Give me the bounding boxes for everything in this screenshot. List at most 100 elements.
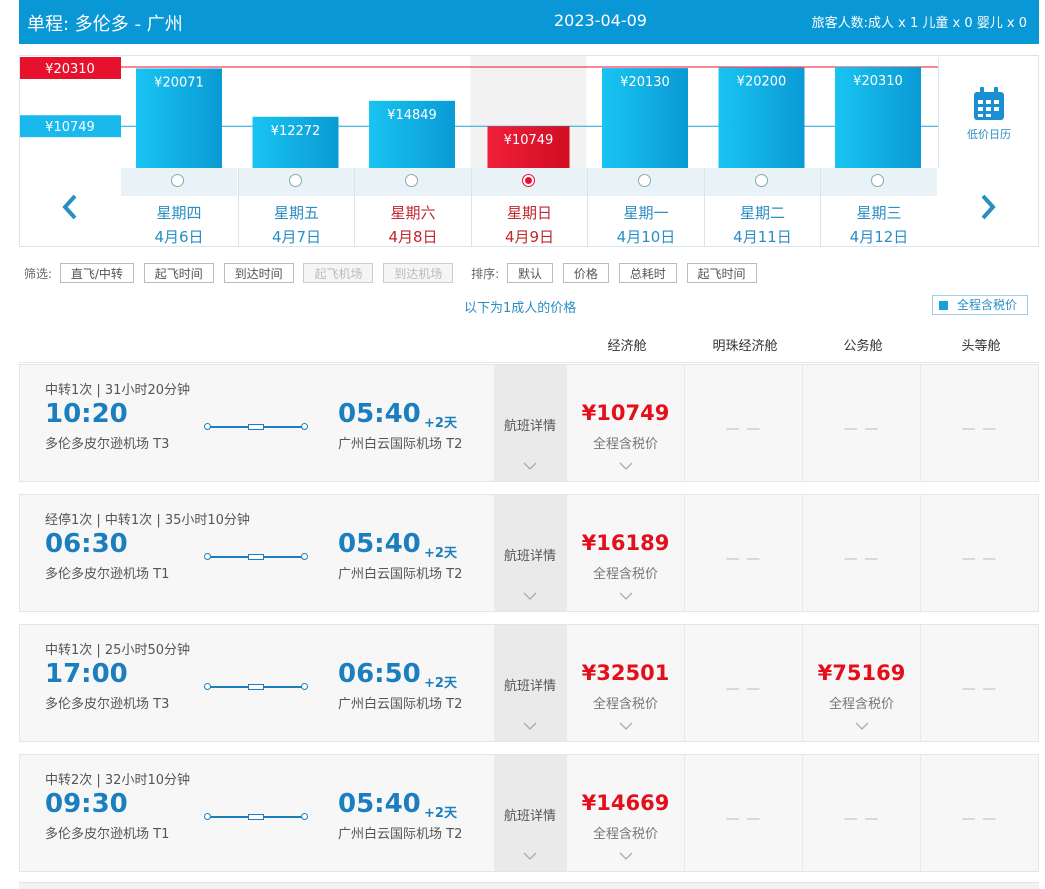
route-line-icon [204, 422, 308, 432]
departure-airport: 多伦多皮尔逊机场 T3 [45, 437, 170, 452]
max-price-label: ¥20310 [45, 62, 95, 77]
flight-details-label: 航班详情 [503, 809, 556, 824]
arrival-airport: 广州白云国际机场 T2 [338, 827, 463, 842]
price-bar-label: ¥10749 [504, 133, 554, 148]
date-radio[interactable] [405, 174, 418, 187]
low-price-calendar-button[interactable]: 低价日历 [938, 58, 1039, 168]
fare-premium-economy-unavailable: — — [684, 365, 802, 481]
day-offset: +2天 [424, 416, 457, 431]
fare-economy[interactable]: ¥10749 全程含税价 [566, 365, 684, 481]
date-label: 4月10日 [616, 228, 676, 246]
fare-unavailable: — — [961, 421, 998, 437]
cabin-header-business: 公务舱 [843, 339, 883, 354]
date-option[interactable]: 星期五 4月7日 [237, 168, 355, 246]
date-radio[interactable] [754, 174, 768, 187]
date-option[interactable]: 星期二 4月11日 [703, 168, 821, 246]
fare-business-unavailable: — — [802, 365, 920, 481]
price-note: 以下为1成人的价格 [464, 301, 577, 316]
chevron-down-icon [619, 585, 633, 604]
date-weekday: 星期日 [506, 204, 552, 222]
departure-time: 06:30 [45, 529, 128, 559]
fare-price: ¥14669 [581, 791, 670, 815]
filter-arrive-time[interactable]: 到达时间 [223, 263, 294, 283]
date-weekday: 星期五 [273, 204, 319, 222]
fare-economy[interactable]: ¥14669 全程含税价 [566, 755, 684, 871]
fare-premium-economy-unavailable: — — [684, 625, 802, 741]
flight-details-button[interactable]: 航班详情 [494, 495, 566, 611]
price-bar-label: ¥20310 [853, 74, 903, 89]
departure-airport: 多伦多皮尔逊机场 T1 [45, 827, 170, 842]
date-option[interactable]: 星期三 4月12日 [820, 168, 937, 246]
arrival-time: 05:40 [338, 789, 421, 819]
fare-price: ¥10749 [581, 401, 670, 425]
arrival-time: 05:40 [338, 399, 421, 429]
date-radio-selected[interactable] [521, 174, 535, 187]
calendar-label: 低价日历 [967, 128, 1011, 141]
filter-depart-time[interactable]: 起飞时间 [143, 263, 214, 283]
departure-time: 17:00 [45, 659, 128, 689]
fare-price: ¥32501 [581, 661, 670, 685]
filter-label: 筛选: [24, 267, 53, 281]
route-line-icon [204, 682, 308, 692]
date-label: 4月8日 [388, 228, 438, 246]
travel-date: 2023-04-09 [554, 11, 647, 30]
departure-airport: 多伦多皮尔逊机场 T1 [45, 567, 170, 582]
sort-default[interactable]: 默认 [507, 263, 554, 283]
sort-duration[interactable]: 总耗时 [618, 263, 677, 283]
flight-details-button[interactable]: 航班详情 [494, 755, 566, 871]
fare-tax-note: 全程含税价 [592, 827, 658, 842]
fare-economy[interactable]: ¥32501 全程含税价 [566, 625, 684, 741]
price-bar-label: ¥12272 [271, 124, 321, 139]
tax-inclusive-toggle[interactable]: 全程含税价 [932, 295, 1028, 315]
price-bar-label: ¥20071 [154, 75, 204, 90]
next-dates-button[interactable] [938, 168, 1038, 246]
flight-row: 中转1次 | 25小时50分钟 17:00 多伦多皮尔逊机场 T3 06:50 +2天广… [19, 624, 1039, 742]
date-radio[interactable] [871, 174, 884, 187]
date-weekday: 星期一 [623, 204, 669, 222]
sort-label: 排序: [471, 267, 500, 281]
filter-direct-transfer[interactable]: 直飞/中转 [59, 263, 134, 283]
price-calendar-chart: ¥20071 ¥12272 ¥14849 ¥10749 ¥20130 ¥20200 ¥203… [19, 55, 1039, 247]
fare-first-unavailable: — — [920, 755, 1038, 871]
date-option[interactable]: 星期日 4月9日 [470, 168, 588, 246]
sort-price[interactable]: 价格 [562, 263, 609, 283]
date-radio[interactable] [288, 174, 302, 187]
flight-details-label: 航班详情 [503, 679, 556, 694]
fare-premium-economy-unavailable: — — [684, 495, 802, 611]
chevron-down-icon [855, 715, 869, 734]
fare-economy[interactable]: ¥16189 全程含税价 [566, 495, 684, 611]
passenger-count: 旅客人数:成人 x 1 儿童 x 0 婴儿 x 0 [811, 16, 1027, 31]
date-option[interactable]: 星期四 4月6日 [121, 168, 237, 246]
fare-price: ¥75169 [817, 661, 906, 685]
min-price-label: ¥10749 [45, 120, 95, 135]
chevron-down-icon [619, 845, 633, 864]
filter-arrive-airport[interactable]: 到达机场 [383, 263, 454, 283]
flight-details-button[interactable]: 航班详情 [494, 625, 566, 741]
date-radio[interactable] [638, 174, 651, 187]
chevron-down-icon [619, 455, 633, 474]
price-bar-chart: ¥20071 ¥12272 ¥14849 ¥10749 ¥20130 ¥20200 ¥203… [20, 56, 938, 168]
prev-dates-button[interactable] [20, 168, 120, 246]
fare-first-unavailable: — — [920, 625, 1038, 741]
date-weekday: 星期六 [390, 204, 436, 222]
fare-unavailable: — — [725, 811, 762, 827]
flight-details-button[interactable]: 航班详情 [494, 365, 566, 481]
flight-stops-duration: 中转1次 | 25小时50分钟 [45, 643, 190, 658]
sort-depart-time[interactable]: 起飞时间 [686, 263, 757, 283]
cabin-header-first: 头等舱 [961, 339, 1001, 354]
date-radio[interactable] [171, 174, 184, 187]
divider [19, 362, 1039, 363]
fare-business-unavailable: — — [802, 755, 920, 871]
fare-first-unavailable: — — [920, 495, 1038, 611]
price-bar-label: ¥14849 [387, 108, 437, 123]
date-weekday: 星期三 [856, 204, 902, 222]
filter-depart-airport[interactable]: 起飞机场 [303, 263, 374, 283]
fare-premium-economy-unavailable: — — [684, 755, 802, 871]
checkbox-icon [939, 301, 948, 310]
date-option[interactable]: 星期六 4月8日 [354, 168, 471, 246]
fare-unavailable: — — [843, 551, 880, 567]
date-option[interactable]: 星期一 4月10日 [587, 168, 704, 246]
fare-tax-note: 全程含税价 [592, 437, 658, 452]
fare-business[interactable]: ¥75169 全程含税价 [802, 625, 920, 741]
route-line-icon [204, 812, 308, 822]
